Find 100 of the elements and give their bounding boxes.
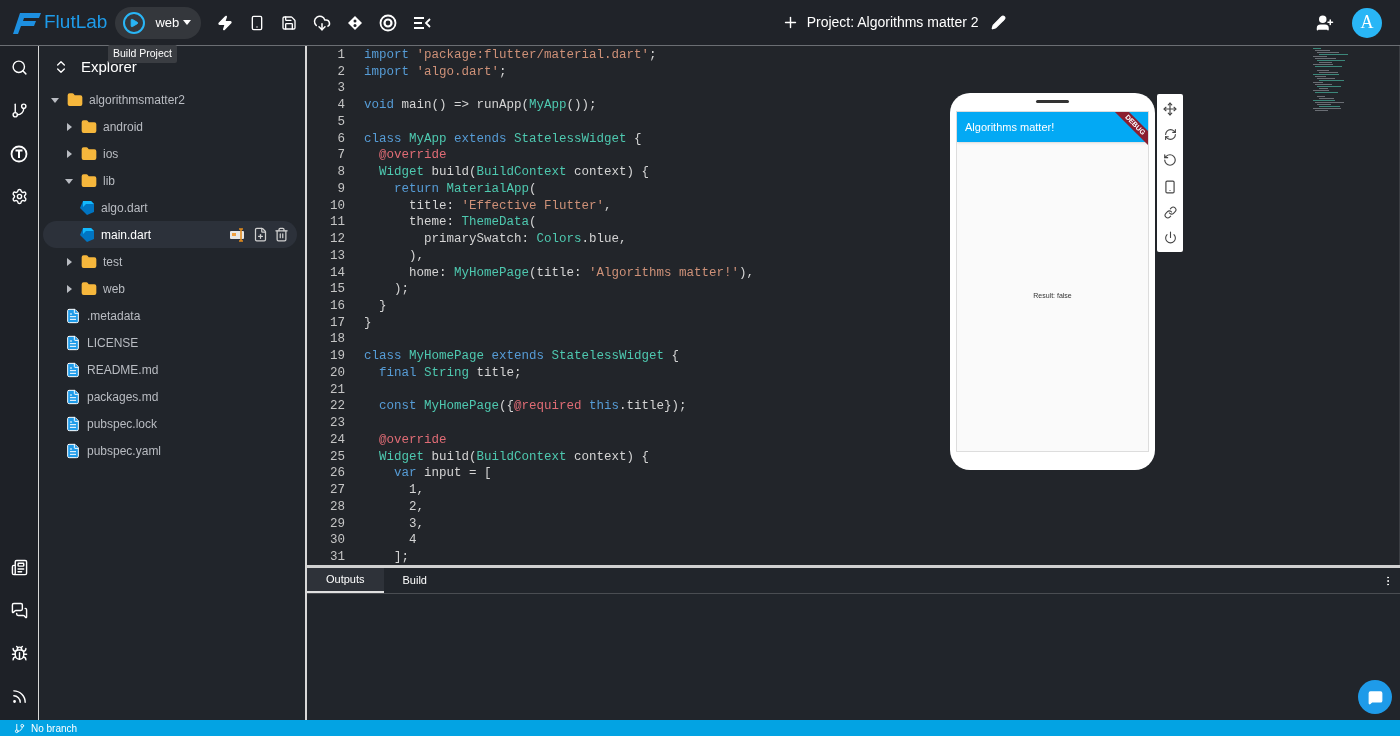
caret-down-icon[interactable] — [65, 176, 73, 185]
chat-icon[interactable] — [10, 602, 28, 619]
output-tab[interactable]: Build — [383, 568, 446, 593]
file-icon — [65, 388, 81, 405]
caret-right-icon[interactable] — [65, 122, 73, 131]
power-icon[interactable] — [1163, 230, 1177, 244]
run-button[interactable] — [123, 11, 146, 34]
tree-item[interactable]: web — [43, 275, 297, 302]
line-number: 3 — [336, 80, 345, 98]
line-number: 25 — [329, 448, 345, 466]
line-number: 31 — [329, 549, 345, 566]
branch-icon — [14, 722, 25, 734]
tree-item[interactable]: pubspec.lock — [43, 410, 297, 437]
line-number: 11 — [329, 214, 345, 232]
tree-item[interactable]: README.md — [43, 356, 297, 383]
code-line: ); — [393, 281, 409, 298]
tree-item[interactable]: main.dart — [43, 221, 297, 248]
line-number: 23 — [329, 415, 345, 432]
file-icon — [65, 307, 81, 324]
file-name: .metadata — [87, 307, 141, 325]
caret-right-icon[interactable] — [65, 149, 73, 158]
caret-down-icon — [183, 20, 192, 25]
file-name: pubspec.yaml — [87, 442, 162, 460]
settings-icon[interactable] — [10, 188, 28, 205]
code-line: 2, — [408, 498, 424, 516]
code-line: ), — [408, 247, 424, 265]
flash-icon[interactable] — [217, 14, 234, 31]
code-line: @override — [378, 147, 447, 165]
move-icon[interactable] — [1163, 102, 1177, 117]
t-circle-icon[interactable] — [10, 144, 28, 163]
bug-icon[interactable] — [10, 645, 28, 662]
line-number: 15 — [329, 281, 345, 298]
caret-right-icon[interactable] — [65, 257, 73, 266]
code-line: @override — [378, 431, 447, 449]
code-line: import 'algo.dart'; — [364, 63, 507, 81]
code-line: var input = [ — [393, 465, 492, 483]
tree-item[interactable]: algo.dart — [43, 194, 297, 221]
file-icon — [65, 442, 81, 459]
cloud-download-icon[interactable] — [313, 13, 332, 32]
code-line: final String title; — [378, 364, 522, 382]
platform-dropdown[interactable]: web — [155, 12, 192, 33]
line-number: 29 — [329, 515, 345, 533]
newspaper-icon[interactable] — [10, 559, 28, 576]
collapse-list-icon[interactable] — [413, 15, 432, 30]
search-icon[interactable] — [10, 59, 28, 76]
file-name: android — [103, 118, 144, 136]
tree-item[interactable]: ios — [43, 140, 297, 167]
tree-item[interactable]: pubspec.yaml — [43, 437, 297, 464]
file-name: ios — [103, 145, 119, 163]
code-line: const MyHomePage({@required this.title}); — [378, 398, 687, 416]
tree-item[interactable]: .metadata — [43, 302, 297, 329]
file-name: web — [103, 280, 125, 298]
tree-item[interactable]: LICENSE — [43, 329, 297, 356]
new-file-icon[interactable] — [253, 227, 268, 242]
line-number: 1 — [336, 47, 345, 64]
file-name: LICENSE — [87, 334, 139, 352]
add-user-icon[interactable] — [1316, 13, 1334, 32]
line-number: 28 — [329, 498, 345, 516]
code-line: } — [364, 314, 372, 332]
file-icon — [65, 361, 81, 378]
code-line: void main() => runApp(MyApp()); — [364, 97, 597, 114]
link-icon[interactable] — [1163, 205, 1177, 219]
edit-icon[interactable] — [990, 15, 1006, 30]
line-number: 7 — [336, 147, 345, 165]
branch-icon[interactable] — [10, 102, 28, 119]
logo-icon — [12, 10, 42, 35]
caret-down-icon[interactable] — [51, 95, 59, 104]
rss-icon[interactable] — [10, 688, 28, 705]
app-logo-text: FlutLab — [44, 10, 108, 35]
git-diamond-icon[interactable] — [347, 14, 364, 31]
play-icon — [129, 17, 140, 28]
save-icon[interactable] — [281, 14, 298, 31]
line-number: 27 — [329, 482, 345, 499]
folder-icon — [81, 253, 97, 270]
delete-icon[interactable] — [274, 227, 289, 242]
line-number: 9 — [336, 180, 345, 198]
tree-item[interactable]: algorithmsmatter2 — [43, 86, 297, 113]
caret-right-icon[interactable] — [65, 284, 73, 293]
code-line: 4 — [408, 532, 417, 550]
refresh-icon[interactable] — [1163, 128, 1177, 142]
project-title: Project: Algorithms matter 2 — [806, 13, 979, 32]
file-name: test — [103, 253, 123, 271]
rotate-icon[interactable] — [1163, 153, 1177, 168]
target-icon[interactable] — [379, 13, 398, 32]
code-line: home: MyHomePage(title: 'Algorithms matter!'), — [408, 264, 755, 282]
output-tab[interactable]: Outputs — [307, 568, 384, 593]
tree-item[interactable]: packages.md — [43, 383, 297, 410]
branch-label: No branch — [31, 721, 78, 736]
tree-item[interactable]: lib — [43, 167, 297, 194]
tree-item[interactable]: test — [43, 248, 297, 275]
tree-item[interactable]: android — [43, 113, 297, 140]
folder-icon — [81, 145, 97, 162]
dart-file-icon — [79, 199, 95, 216]
code-line: class MyApp extends StatelessWidget { — [364, 130, 642, 148]
line-number: 17 — [329, 314, 345, 332]
file-name: lib — [103, 172, 115, 190]
dart-file-icon — [79, 226, 95, 243]
line-number: 13 — [329, 247, 345, 265]
folder-icon — [81, 118, 97, 135]
rename-icon[interactable] — [229, 227, 247, 242]
